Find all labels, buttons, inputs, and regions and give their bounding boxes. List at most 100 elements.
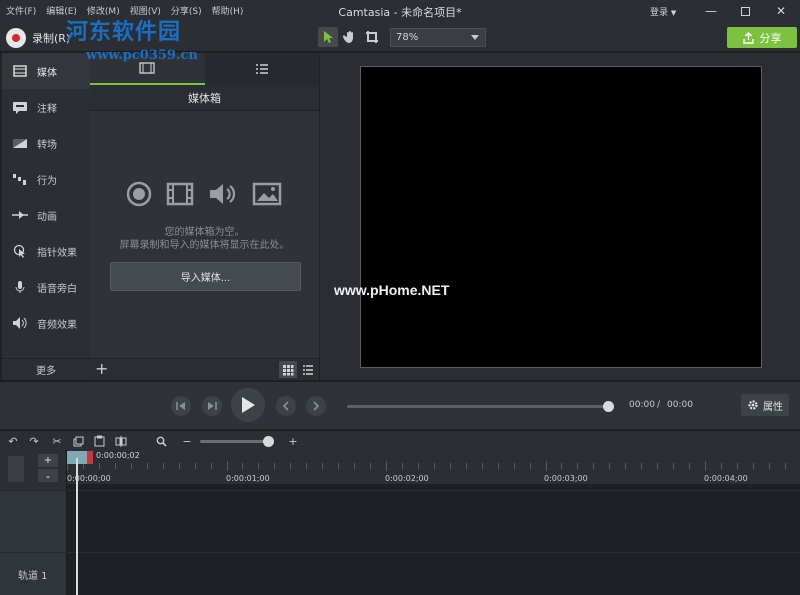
timeline-toolbar: ↶ ↷ ✂ − + <box>0 430 800 450</box>
track-1-header[interactable]: 轨道 1 <box>0 552 66 595</box>
sidebar-item-voice-narration[interactable]: 语音旁白 <box>2 269 90 305</box>
film-strip-icon <box>139 62 155 74</box>
chevron-down-icon: ⌄ <box>44 471 52 480</box>
step-forward-button[interactable] <box>202 396 222 416</box>
properties-button[interactable]: 属性 <box>741 394 789 416</box>
ruler-tick <box>194 463 196 469</box>
list-view-button[interactable] <box>299 361 317 378</box>
sidebar-item-label: 指针效果 <box>37 247 77 259</box>
grid-view-button[interactable] <box>279 361 297 378</box>
step-back-button[interactable] <box>171 396 191 416</box>
microphone-icon <box>11 280 29 294</box>
playhead-time: 0:00:00;02 <box>96 451 140 460</box>
menu-file[interactable]: 文件(F) <box>6 4 36 17</box>
ruler-tick <box>720 463 722 469</box>
sidebar-item-behaviors[interactable]: 行为 <box>2 161 90 197</box>
menu-help[interactable]: 帮助(H) <box>212 4 244 17</box>
timeline-zoom-handle[interactable] <box>263 436 274 447</box>
maximize-icon <box>740 6 750 16</box>
add-track-button[interactable]: + <box>38 454 58 467</box>
ruler-tick <box>513 463 515 469</box>
more-button[interactable]: 更多 <box>2 358 90 380</box>
play-button[interactable] <box>231 388 265 422</box>
total-time: 00:00 <box>667 400 693 410</box>
zoom-select[interactable]: 78% <box>390 28 486 47</box>
media-bin-footer: + <box>90 358 319 380</box>
ruler-tick <box>752 463 754 469</box>
minimize-button[interactable]: — <box>694 0 728 22</box>
add-icon[interactable]: + <box>95 361 108 377</box>
sidebar-item-label: 语音旁白 <box>37 283 77 295</box>
zoom-out-icon[interactable]: − <box>180 434 194 448</box>
ruler-tick <box>705 461 706 471</box>
playhead-line <box>76 458 78 595</box>
crop-icon <box>366 31 378 43</box>
zoom-in-icon[interactable]: + <box>286 434 300 448</box>
list-icon <box>255 64 268 74</box>
close-button[interactable]: ✕ <box>764 0 798 22</box>
import-media-button[interactable]: 导入媒体... <box>110 262 301 291</box>
step-backward-icon <box>176 402 185 410</box>
sidebar-item-media[interactable]: 媒体 <box>2 53 90 89</box>
undo-icon[interactable]: ↶ <box>6 434 20 448</box>
next-marker-button[interactable] <box>306 396 326 416</box>
track-options-button[interactable]: ⌄ <box>38 469 58 482</box>
canvas-area <box>320 53 800 380</box>
track-zoom-icon <box>8 456 24 482</box>
empty-track-row[interactable] <box>67 490 800 552</box>
maximize-button[interactable] <box>728 0 762 22</box>
sidebar-item-transitions[interactable]: 转场 <box>2 125 90 161</box>
watermark-site-url: www.pc0359.cn <box>86 48 198 63</box>
copy-icon[interactable] <box>71 434 85 448</box>
ruler-label: 0:00:04;00 <box>704 474 748 483</box>
login-button[interactable]: 登录 ▼ <box>650 5 676 18</box>
ruler-tick <box>338 463 340 469</box>
split-icon[interactable] <box>114 434 128 448</box>
sidebar-item-cursor-effects[interactable]: 指针效果 <box>2 233 90 269</box>
share-button[interactable]: 分享 <box>727 27 797 48</box>
ruler-tick <box>609 463 611 469</box>
preview-canvas[interactable] <box>360 66 762 368</box>
track-1-row[interactable] <box>67 552 800 595</box>
watermark-site-name: 河东软件园 <box>66 19 182 45</box>
playhead-end-marker[interactable] <box>87 451 93 464</box>
select-tool-button[interactable] <box>318 27 338 47</box>
ruler-tick <box>689 463 691 469</box>
ruler-tick <box>322 463 324 469</box>
audio-speaker-icon <box>210 184 236 204</box>
record-button[interactable]: 录制(R) <box>6 28 70 48</box>
redo-icon[interactable]: ↷ <box>27 434 41 448</box>
previous-marker-button[interactable] <box>276 396 296 416</box>
timeline-zoom-slider[interactable] <box>200 440 270 443</box>
plus-icon: + <box>43 455 53 466</box>
sidebar-item-audio-effects[interactable]: 音频效果 <box>2 305 90 341</box>
ruler-tick <box>290 463 292 469</box>
ruler-tick <box>258 463 260 469</box>
ruler-tick <box>641 463 643 469</box>
playback-scrubber-track[interactable] <box>347 405 609 408</box>
ruler-tick <box>178 463 180 469</box>
cursor-effect-icon <box>11 244 29 258</box>
tab-library[interactable] <box>204 53 319 85</box>
chevron-down-icon <box>471 35 479 40</box>
annotation-icon <box>11 100 29 114</box>
paste-icon[interactable] <box>92 434 106 448</box>
playback-scrubber-handle[interactable] <box>603 401 614 412</box>
cut-icon[interactable]: ✂ <box>50 434 64 448</box>
sidebar-item-animations[interactable]: 动画 <box>2 197 90 233</box>
ruler-tick <box>433 463 435 469</box>
ruler-label: 0:00:00;00 <box>67 474 111 483</box>
grid-icon <box>283 364 294 375</box>
timeline-tracks[interactable] <box>67 484 800 595</box>
ruler-tick <box>274 463 276 469</box>
pan-tool-button[interactable] <box>340 27 360 47</box>
media-icon <box>11 64 29 78</box>
sidebar-item-label: 动画 <box>37 211 57 223</box>
ruler-tick <box>465 463 467 469</box>
crop-tool-button[interactable] <box>362 27 382 47</box>
sidebar-item-label: 行为 <box>37 175 57 187</box>
gear-icon <box>748 400 758 410</box>
animation-icon <box>11 208 29 222</box>
timeline-ruler[interactable]: 0:00:00;00 0:00:01;00 0:00:02;00 0:00:03… <box>67 450 800 484</box>
sidebar-item-annotations[interactable]: 注释 <box>2 89 90 125</box>
